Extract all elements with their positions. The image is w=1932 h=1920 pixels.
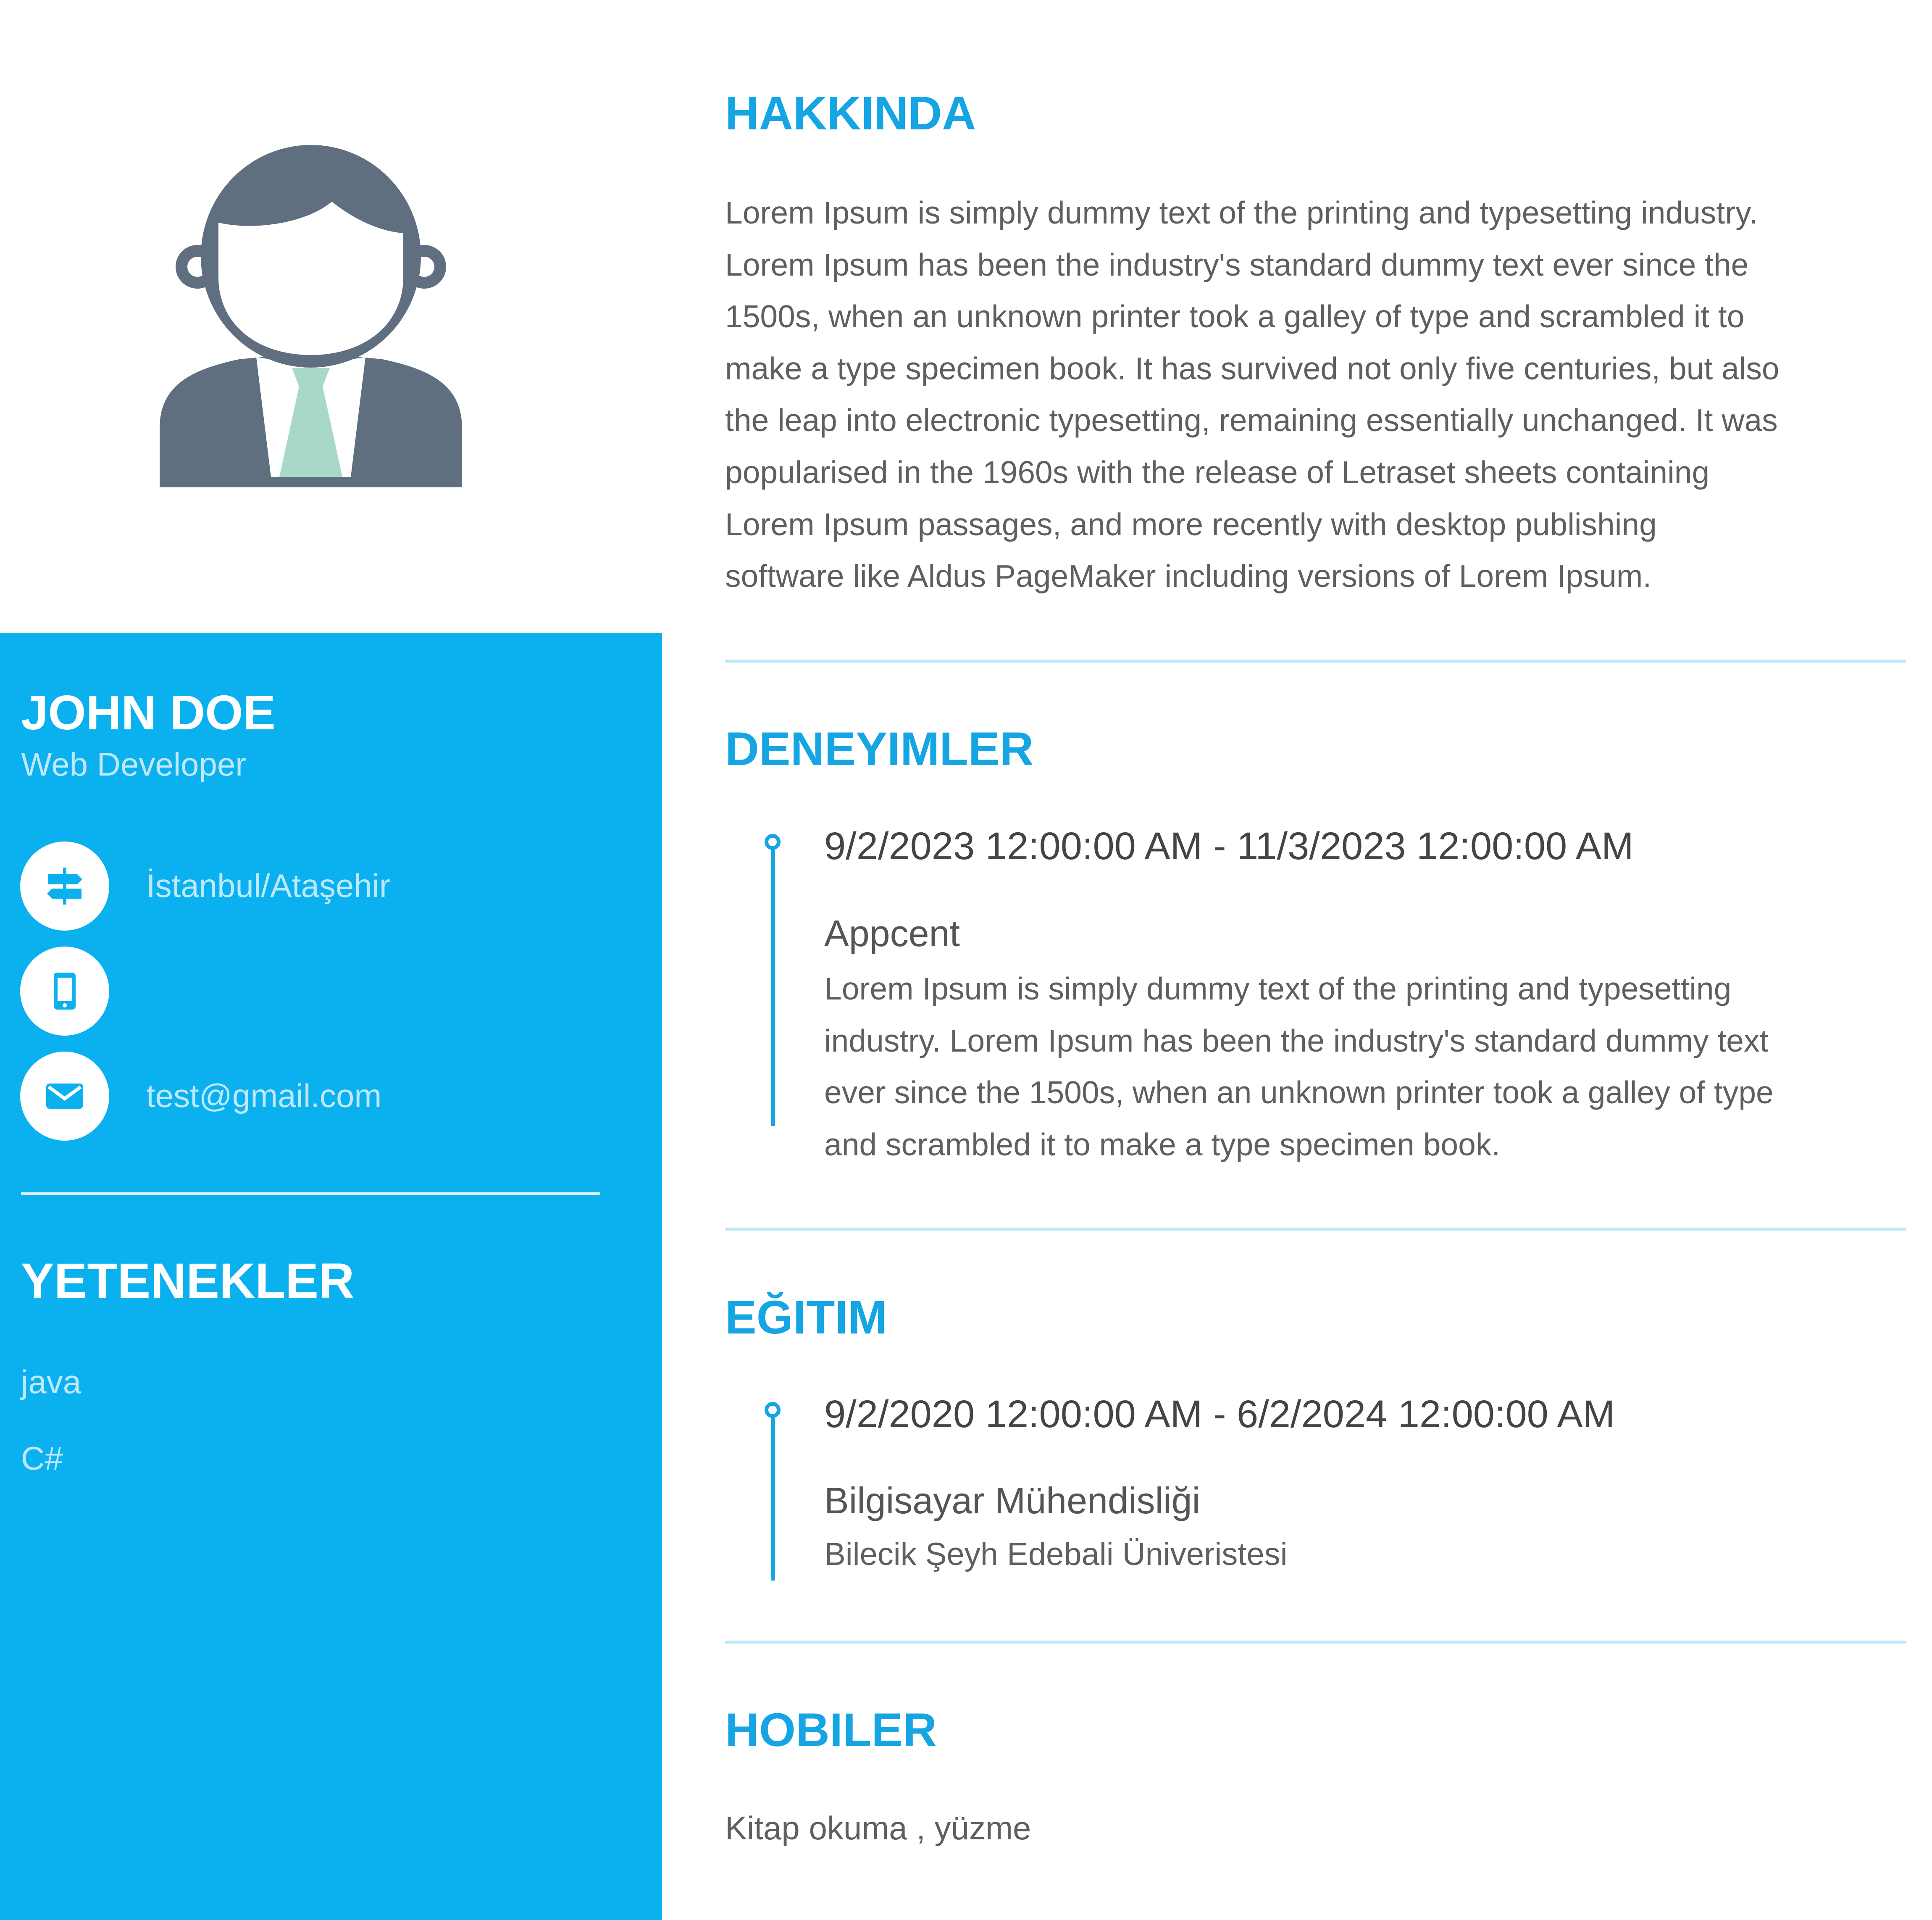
skills-title: YETENEKLER — [21, 1253, 355, 1309]
experience-company: Appcent — [824, 913, 960, 954]
contact-email-text[interactable]: test@gmail.com — [146, 1079, 381, 1112]
about-line: 1500s, when an unknown printer took a ga… — [725, 299, 1745, 334]
envelope-icon — [20, 1052, 109, 1141]
experience-line: and scrambled it to make a type specimen… — [824, 1126, 1501, 1162]
experience-line: industry. Lorem Ipsum has been the indus… — [824, 1023, 1769, 1058]
phone-icon — [20, 947, 109, 1036]
user-avatar-icon — [160, 145, 462, 487]
timeline-dot — [765, 1402, 781, 1418]
profile-role: Web Developer — [21, 746, 247, 783]
education-degree: Bilgisayar Mühendisliği — [824, 1480, 1201, 1521]
about-line: popularised in the 1960s with the releas… — [725, 454, 1710, 490]
about-line: Lorem Ipsum is simply dummy text of the … — [725, 195, 1758, 230]
about-line: Lorem Ipsum passages, and more recently … — [725, 506, 1657, 542]
experience-title: DENEYIMLER — [725, 723, 1034, 775]
about-line: software like Aldus PageMaker including … — [725, 558, 1652, 594]
hobbies-text: Kitap okuma , yüzme — [725, 1810, 1031, 1846]
timeline-dot — [765, 834, 781, 850]
section-divider — [725, 660, 1906, 663]
contact-location: İstanbul/Ataşehir — [20, 842, 608, 932]
timeline-line — [771, 1417, 775, 1581]
experience-line: ever since the 1500s, when an unknown pr… — [824, 1075, 1774, 1110]
about-line: make a type specimen book. It has surviv… — [725, 350, 1780, 386]
about-line: the leap into electronic typesetting, re… — [725, 402, 1778, 438]
sidebar-divider — [21, 1192, 600, 1195]
education-date: 9/2/2020 12:00:00 AM - 6/2/2024 12:00:00… — [824, 1393, 1615, 1436]
profile-avatar — [155, 118, 466, 487]
skill-item: java — [21, 1363, 81, 1400]
contact-email: test@gmail.com — [20, 1052, 608, 1142]
contact-location-text: İstanbul/Ataşehir — [146, 867, 391, 904]
signpost-icon — [20, 842, 109, 931]
hobbies-title: HOBILER — [725, 1704, 937, 1756]
section-divider — [725, 1228, 1906, 1231]
section-divider — [725, 1641, 1906, 1644]
about-line: Lorem Ipsum has been the industry's stan… — [725, 247, 1749, 282]
experience-line: Lorem Ipsum is simply dummy text of the … — [824, 971, 1732, 1006]
timeline-line — [771, 849, 775, 1126]
education-title: EĞITIM — [725, 1291, 887, 1344]
about-text: Lorem Ipsum is simply dummy text of the … — [725, 187, 1927, 602]
contact-phone — [20, 947, 608, 1037]
education-school: Bilecik Şeyh Edebali Üniveristesi — [824, 1536, 1288, 1572]
experience-date: 9/2/2023 12:00:00 AM - 11/3/2023 12:00:0… — [824, 825, 1634, 868]
profile-name: JOHN DOE — [21, 685, 276, 740]
experience-description: Lorem Ipsum is simply dummy text of the … — [824, 963, 1916, 1170]
skill-item: C# — [21, 1440, 63, 1477]
about-title: HAKKINDA — [725, 87, 976, 139]
